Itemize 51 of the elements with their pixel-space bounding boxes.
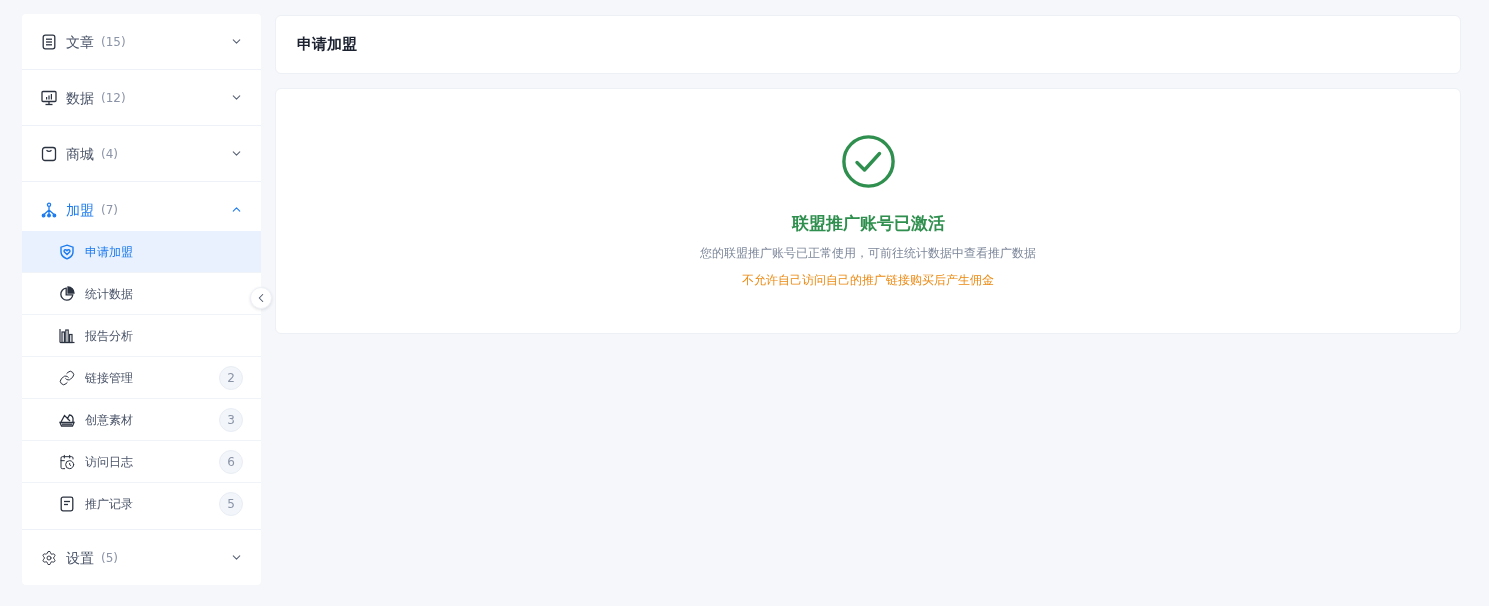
menu-group-header[interactable]: 商城 (4) xyxy=(22,126,261,181)
menu-group-count: (15) xyxy=(101,33,126,50)
hierarchy-icon xyxy=(41,201,57,218)
menu-group-count: (12) xyxy=(101,89,126,106)
submenu-item[interactable]: 访问日志 6 xyxy=(22,441,249,482)
menu-group-count: (7) xyxy=(101,201,118,218)
bar-chart-icon xyxy=(59,327,75,344)
menu-group-header[interactable]: 文章 (15) xyxy=(22,14,261,69)
menu-group-count: (4) xyxy=(101,145,118,162)
warning-text: 不允许自己访问自己的推广链接购买后产生佣金 xyxy=(742,272,994,288)
submenu-item[interactable]: 申请加盟 xyxy=(22,231,261,272)
pie-chart-icon xyxy=(59,285,75,302)
page-title: 申请加盟 xyxy=(297,35,357,54)
count-badge: 2 xyxy=(219,365,243,390)
collapse-sidebar-button[interactable] xyxy=(250,287,272,309)
count-badge: 5 xyxy=(219,491,243,516)
menu-group-label: 数据 xyxy=(66,88,94,107)
menu-group-label: 文章 xyxy=(66,32,94,51)
submenu-label: 创意素材 xyxy=(85,411,133,428)
file-icon xyxy=(59,495,75,512)
submenu-item[interactable]: 推广记录 5 xyxy=(22,483,249,524)
menu-group-header[interactable]: 设置 (5) xyxy=(22,530,261,585)
submenu-item[interactable]: 统计数据 xyxy=(22,273,249,314)
menu-group-header[interactable]: 数据 (12) xyxy=(22,70,261,125)
result-description: 您的联盟推广账号已正常使用，可前往统计数据中查看推广数据 xyxy=(700,245,1036,261)
landscape-icon xyxy=(59,411,75,428)
submenu-label: 申请加盟 xyxy=(85,243,133,260)
menu-group-count: (5) xyxy=(101,549,118,566)
shield-heart-icon xyxy=(59,243,75,260)
submenu-label: 统计数据 xyxy=(85,285,133,302)
submenu-label: 推广记录 xyxy=(85,495,133,512)
submenu-item[interactable]: 链接管理 2 xyxy=(22,357,249,398)
count-badge: 6 xyxy=(219,449,243,474)
menu-group-label: 加盟 xyxy=(66,200,94,219)
submenu-item[interactable]: 报告分析 xyxy=(22,315,249,356)
menu-group-label: 商城 xyxy=(66,144,94,163)
submenu-label: 报告分析 xyxy=(85,327,133,344)
check-circle-icon xyxy=(841,135,895,188)
bag-icon xyxy=(41,145,57,162)
link-icon xyxy=(59,369,75,386)
settings-icon xyxy=(41,549,57,566)
calendar-clock-icon xyxy=(59,453,75,470)
submenu-label: 访问日志 xyxy=(85,453,133,470)
menu-group-header[interactable]: 加盟 (7) xyxy=(22,182,261,231)
monitor-chart-icon xyxy=(41,89,57,106)
count-badge: 3 xyxy=(219,407,243,432)
document-icon xyxy=(41,33,57,50)
menu-group-label: 设置 xyxy=(66,548,94,567)
submenu-item[interactable]: 创意素材 3 xyxy=(22,399,249,440)
result-title: 联盟推广账号已激活 xyxy=(791,212,945,234)
submenu-label: 链接管理 xyxy=(85,369,133,386)
